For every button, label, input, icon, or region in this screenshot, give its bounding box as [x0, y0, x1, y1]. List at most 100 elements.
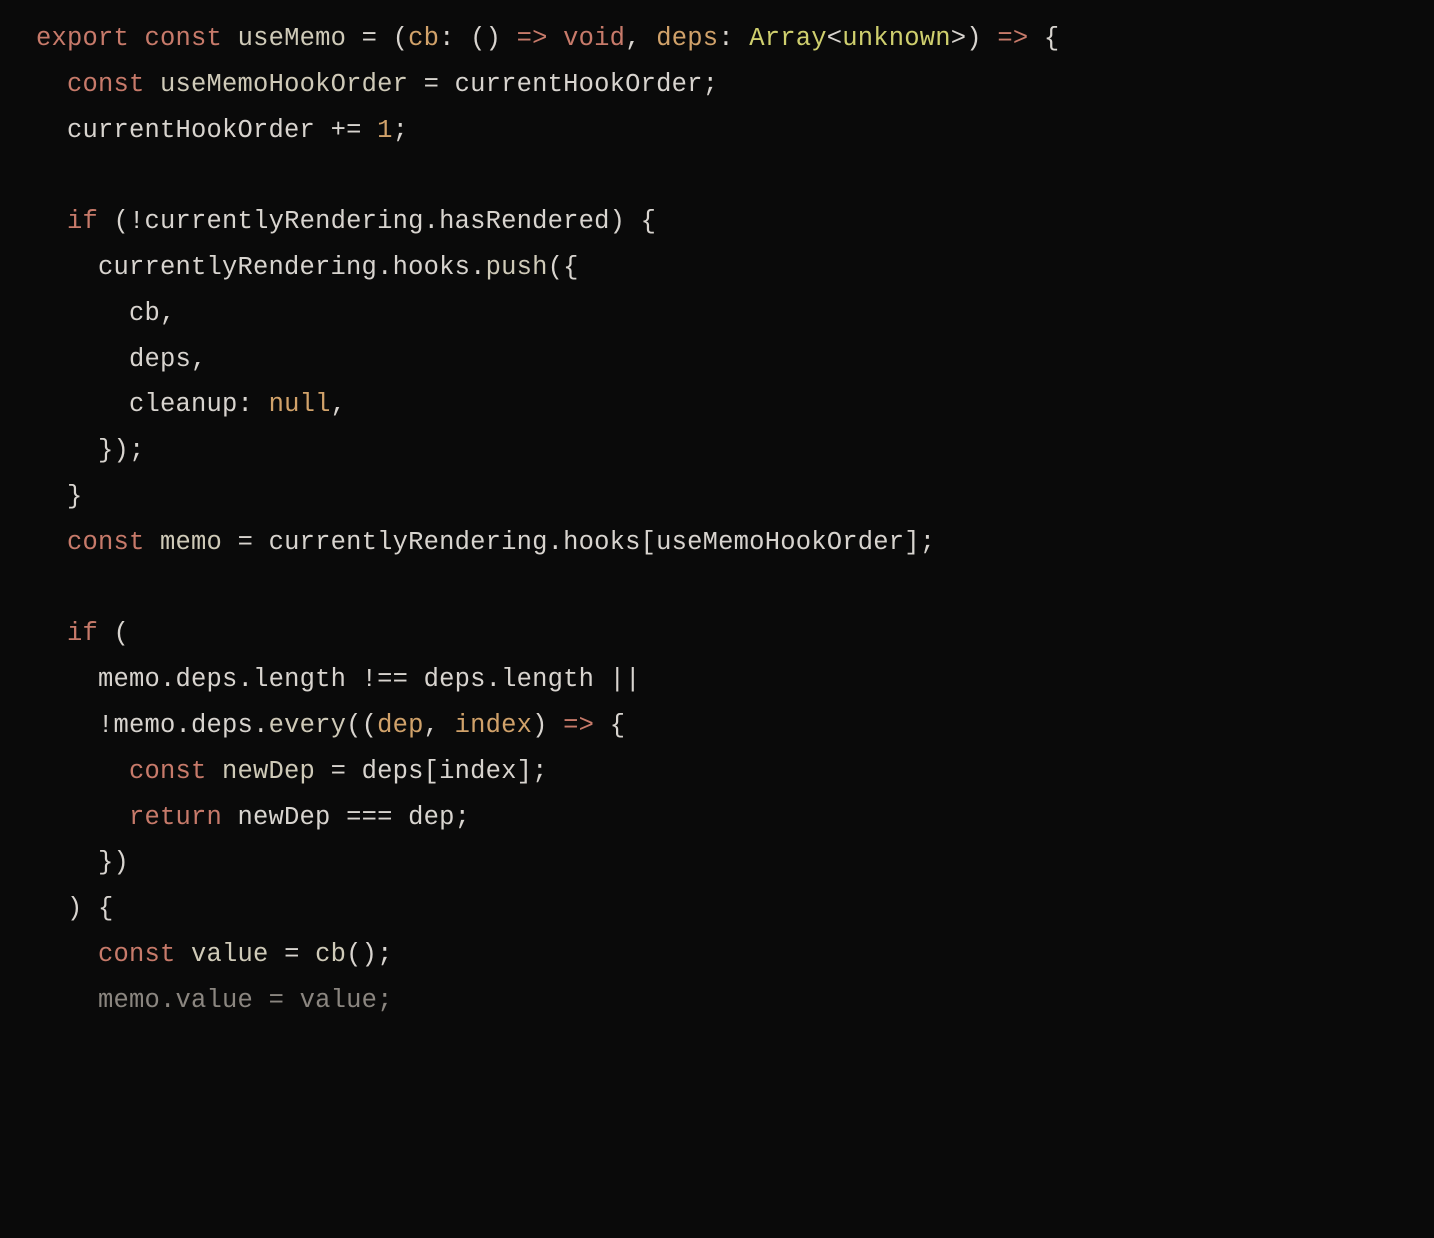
code-token: if	[67, 619, 98, 648]
code-token	[36, 528, 67, 557]
code-token: currentHookOrder	[67, 116, 315, 145]
code-token: (	[98, 619, 129, 648]
code-line: cleanup: null,	[36, 390, 346, 419]
code-token: :	[718, 24, 749, 53]
code-token: cb	[408, 24, 439, 53]
code-token: index	[455, 711, 533, 740]
code-token	[36, 299, 129, 328]
code-token: if	[67, 207, 98, 236]
code-token: .	[486, 665, 502, 694]
code-token: ((	[346, 711, 377, 740]
code-line: currentlyRendering.hooks.push({	[36, 253, 579, 282]
code-line: memo.deps.length !== deps.length ||	[36, 665, 641, 694]
code-token: [	[641, 528, 657, 557]
code-token	[207, 757, 223, 786]
code-token: const	[67, 528, 145, 557]
code-token: ,	[424, 711, 455, 740]
code-token	[36, 116, 67, 145]
code-token: deps	[129, 345, 191, 374]
code-token: !	[36, 711, 114, 740]
code-token: ||	[594, 665, 641, 694]
code-line: return newDep === dep;	[36, 803, 470, 832]
code-token: const	[145, 24, 223, 53]
code-token: .	[377, 253, 393, 282]
code-token: });	[36, 436, 145, 465]
code-token: .	[424, 207, 440, 236]
code-token: =	[408, 70, 455, 99]
code-line: const memo = currentlyRendering.hooks[us…	[36, 528, 935, 557]
code-token: push	[486, 253, 548, 282]
code-token	[36, 803, 129, 832]
code-block: export const useMemo = (cb: () => void, …	[0, 0, 1434, 1040]
code-token	[548, 24, 564, 53]
code-token: .	[176, 711, 192, 740]
code-token: newDep	[238, 803, 331, 832]
code-token: null	[269, 390, 331, 419]
code-line: export const useMemo = (cb: () => void, …	[36, 24, 1059, 53]
code-token: value	[300, 986, 378, 1015]
code-token: ;	[377, 986, 393, 1015]
code-line: const value = cb();	[36, 940, 393, 969]
code-token: useMemoHookOrder	[160, 70, 408, 99]
code-line: const useMemoHookOrder = currentHookOrde…	[36, 70, 718, 99]
code-token: :	[238, 390, 269, 419]
code-token: value	[176, 986, 254, 1015]
code-token: [	[424, 757, 440, 786]
code-token: ;	[703, 70, 719, 99]
code-token: 1	[377, 116, 393, 145]
code-token	[145, 528, 161, 557]
code-line: const newDep = deps[index];	[36, 757, 548, 786]
code-token: memo	[98, 665, 160, 694]
code-token: currentlyRendering	[269, 528, 548, 557]
code-token: .	[470, 253, 486, 282]
code-line: if (	[36, 619, 129, 648]
code-token: unknown	[842, 24, 951, 53]
code-token: currentlyRendering	[145, 207, 424, 236]
code-token: const	[67, 70, 145, 99]
code-token: memo	[114, 711, 176, 740]
code-token	[129, 24, 145, 53]
code-token: memo	[160, 528, 222, 557]
code-token	[176, 940, 192, 969]
code-token: length	[253, 665, 346, 694]
code-token: =>	[997, 24, 1028, 53]
code-token: +=	[315, 116, 377, 145]
code-token: useMemoHookOrder	[656, 528, 904, 557]
code-token: : ()	[439, 24, 517, 53]
code-token: index	[439, 757, 517, 786]
code-token: =	[269, 940, 316, 969]
code-token: useMemo	[238, 24, 347, 53]
code-token	[36, 390, 129, 419]
code-token: value	[191, 940, 269, 969]
code-token: ) {	[36, 894, 114, 923]
code-token	[36, 665, 98, 694]
code-token: currentlyRendering	[98, 253, 377, 282]
code-token: ,	[160, 299, 176, 328]
code-token: >)	[951, 24, 998, 53]
code-line: ) {	[36, 894, 114, 923]
code-token: ===	[331, 803, 409, 832]
code-token: )	[532, 711, 563, 740]
code-token	[222, 24, 238, 53]
code-token: }	[36, 482, 83, 511]
code-token: })	[36, 848, 129, 877]
code-line: }	[36, 482, 83, 511]
code-token: ,	[625, 24, 656, 53]
code-token: deps	[362, 757, 424, 786]
code-token: .	[160, 665, 176, 694]
code-token: cb	[129, 299, 160, 328]
code-token	[36, 345, 129, 374]
code-token: ;	[455, 803, 471, 832]
code-token: ;	[393, 116, 409, 145]
code-token	[36, 619, 67, 648]
code-token: every	[269, 711, 347, 740]
code-line: cb,	[36, 299, 176, 328]
code-token: =>	[517, 24, 548, 53]
code-token: .	[253, 711, 269, 740]
code-token: = (	[346, 24, 408, 53]
code-token: return	[129, 803, 222, 832]
code-token: {	[594, 711, 625, 740]
code-token: void	[563, 24, 625, 53]
code-token: deps	[191, 711, 253, 740]
code-token: hasRendered	[439, 207, 610, 236]
